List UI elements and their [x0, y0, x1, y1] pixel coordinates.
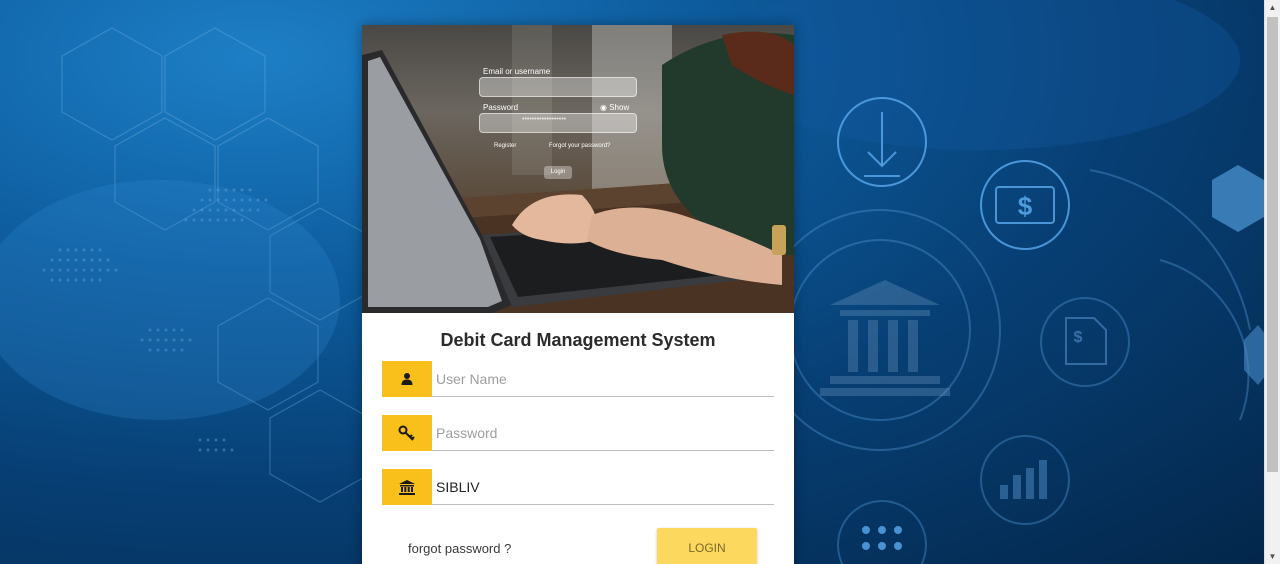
login-button[interactable]: LOGIN [657, 528, 757, 564]
scroll-up-arrow-icon[interactable]: ▲ [1265, 0, 1280, 15]
key-icon [382, 414, 432, 451]
mock-show-text: Show [609, 103, 630, 112]
page-title: Debit Card Management System [440, 330, 716, 350]
mock-password-label: Password [483, 103, 519, 112]
user-icon [382, 360, 432, 397]
login-card: Email or username Password ◉ Show ••••••… [362, 25, 794, 564]
mock-login-button: Login [544, 166, 572, 179]
bank-icon [382, 468, 432, 505]
mock-show-label: ◉ Show [600, 103, 630, 112]
scroll-down-arrow-icon[interactable]: ▼ [1265, 549, 1280, 564]
bank-code-input[interactable] [432, 469, 774, 504]
mock-register-label: Register [494, 143, 517, 149]
username-input[interactable] [432, 361, 774, 396]
mock-password-mask: •••••••••••••••••• [522, 116, 567, 123]
svg-text:$: $ [1018, 191, 1033, 221]
bank-field-row [382, 468, 774, 505]
mock-email-field [479, 77, 637, 97]
mock-email-label: Email or username [483, 67, 551, 76]
password-field-row [382, 414, 774, 451]
svg-text:$: $ [1074, 329, 1083, 346]
forgot-password-link[interactable]: forgot password ? [408, 541, 511, 556]
page-scrollbar[interactable]: ▲ ▼ [1264, 0, 1280, 564]
hero-image: Email or username Password ◉ Show ••••••… [362, 25, 794, 313]
password-input[interactable] [432, 415, 774, 450]
laptop-photo-illustration [362, 25, 794, 313]
scrollbar-thumb[interactable] [1267, 17, 1278, 472]
mock-forgot-label: Forgot your password? [549, 143, 611, 149]
username-field-row [382, 360, 774, 397]
